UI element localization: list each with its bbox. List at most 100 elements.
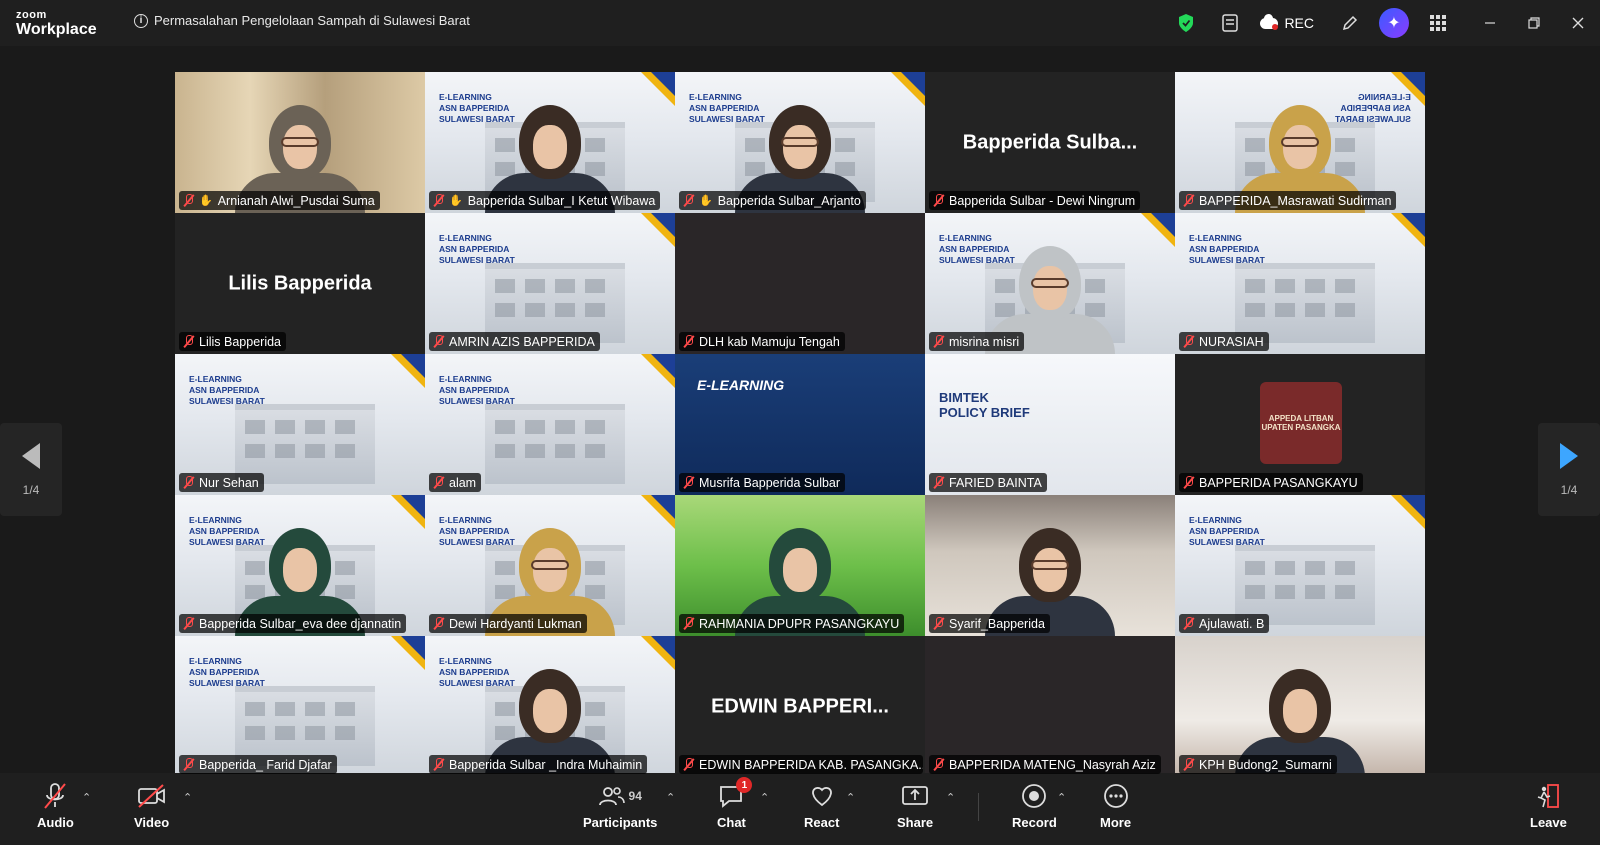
meeting-info[interactable]: i Permasalahan Pengelolaan Sampah di Sul… <box>134 13 470 28</box>
leave-button[interactable]: Leave <box>1530 781 1567 830</box>
pin-icon: ✋ <box>699 195 713 207</box>
participant-tile-rahmania-dpupr-pasangkayu[interactable]: RAHMANIA DPUPR PASANGKAYU <box>675 495 925 636</box>
participant-tile-nur-sehan[interactable]: E-LEARNING ASN BAPPERIDA SULAWESI BARAT Nur… <box>175 354 425 495</box>
mic-muted-icon <box>433 617 444 630</box>
participant-name: Ajulawati. B <box>1199 616 1265 631</box>
participant-tile-lilis-bapperida[interactable]: Lilis Bapperida Lilis Bapperida <box>175 213 425 354</box>
participant-tile-kph-budong2-sumarni[interactable]: KPH Budong2_Sumarni <box>1175 636 1425 777</box>
participant-tile-edwin-bapperida-kab-pasangka[interactable]: EDWIN BAPPERI... EDWIN BAPPERIDA KAB. PAS… <box>675 636 925 777</box>
brand-top: zoom <box>16 9 47 21</box>
participant-tile-arnianah-alwi-pusdai-suma[interactable]: ✋ Arnianah Alwi_Pusdai Suma <box>175 72 425 213</box>
participant-name: alam <box>449 475 477 490</box>
mic-muted-icon <box>1183 194 1194 207</box>
virtual-background-text: E-LEARNING <box>697 377 785 393</box>
participant-tile-dlh-kab-mamuju-tengah[interactable]: DLH kab Mamuju Tengah <box>675 213 925 354</box>
ai-companion-button[interactable]: ✦ <box>1372 0 1416 46</box>
cloud-rec-icon <box>1260 13 1279 30</box>
participant-tile-bapperida-sulbar-dewi-ningrum[interactable]: Bapperida Sulba... Bapperida Sulbar - Dew… <box>925 72 1175 213</box>
participant-name-label: ✋ Bapperida Sulbar_Arjanto <box>679 191 866 210</box>
share-button[interactable]: Share <box>897 781 933 830</box>
mic-muted-icon <box>683 335 694 348</box>
mic-muted-icon <box>1183 335 1194 348</box>
participant-tile-musrifa-bapperida-sulbar[interactable]: E-LEARNING Musrifa Bapperida Sulbar <box>675 354 925 495</box>
participant-tile-alam[interactable]: E-LEARNING ASN BAPPERIDA SULAWESI BARAT ala… <box>425 354 675 495</box>
participants-button[interactable]: 94 Participants <box>583 781 657 830</box>
participant-name: Syarif_Bapperida <box>949 616 1045 631</box>
participant-tile-bapperida-pasangkayu[interactable]: APPEDA LITBAN UPATEN PASANGKA BAPPERIDA P… <box>1175 354 1425 495</box>
chat-options-chevron-icon[interactable]: ⌃ <box>760 791 769 804</box>
video-gallery: 1/4 ✋ Arnianah Alwi_Pusdai Suma E-LEARNING… <box>0 46 1600 777</box>
participant-grid: ✋ Arnianah Alwi_Pusdai Suma E-LEARNING ASN … <box>175 72 1425 777</box>
video-label: Video <box>134 815 170 830</box>
participant-tile-misrina-misri[interactable]: E-LEARNING ASN BAPPERIDA SULAWESI BARAT mis… <box>925 213 1175 354</box>
participant-name-label: Bapperida Sulbar _Indra Muhaimin <box>429 755 648 774</box>
participant-name-label: Bapperida_ Farid Djafar <box>179 755 337 774</box>
participant-tile-dewi-hardyanti-lukman[interactable]: E-LEARNING ASN BAPPERIDA SULAWESI BARAT Dew… <box>425 495 675 636</box>
video-options-chevron-icon[interactable]: ⌃ <box>183 791 192 804</box>
react-button[interactable]: React <box>804 781 839 830</box>
participant-name-label: KPH Budong2_Sumarni <box>1179 755 1337 774</box>
participant-tile-bapperida-sulbar-indra-muhaimin[interactable]: E-LEARNING ASN BAPPERIDA SULAWESI BARAT Bap… <box>425 636 675 777</box>
apps-grid-icon[interactable] <box>1416 0 1460 46</box>
zoom-logo: zoom Workplace <box>16 10 97 38</box>
video-off-icon <box>137 781 167 811</box>
minimize-icon[interactable] <box>1468 0 1512 46</box>
participant-name-label: ✋ Bapperida Sulbar_I Ketut Wibawa <box>429 191 661 210</box>
participant-name: misrina misri <box>949 334 1020 349</box>
mic-muted-icon <box>433 476 444 489</box>
notes-icon[interactable] <box>1208 0 1252 46</box>
previous-page-button[interactable]: 1/4 <box>0 423 62 516</box>
record-options-chevron-icon[interactable]: ⌃ <box>1057 791 1066 804</box>
participants-options-chevron-icon[interactable]: ⌃ <box>666 791 675 804</box>
participant-name: BAPPERIDA_Masrawati Sudirman <box>1199 193 1392 208</box>
mic-muted-icon <box>183 476 194 489</box>
participant-name-label: ✋ Arnianah Alwi_Pusdai Suma <box>179 191 380 210</box>
pin-icon: ✋ <box>449 195 463 207</box>
participant-tile-ajulawati-b[interactable]: E-LEARNING ASN BAPPERIDA SULAWESI BARAT Aju… <box>1175 495 1425 636</box>
restore-window-icon[interactable] <box>1512 0 1556 46</box>
cloud-recording-indicator[interactable]: REC <box>1260 13 1314 31</box>
react-options-chevron-icon[interactable]: ⌃ <box>846 791 855 804</box>
participant-name-label: BAPPERIDA_Masrawati Sudirman <box>1179 191 1397 210</box>
participants-icon: 94 <box>598 781 642 811</box>
mic-muted-icon <box>433 758 444 771</box>
participant-name-label: Dewi Hardyanti Lukman <box>429 614 587 633</box>
next-page-button[interactable]: 1/4 <box>1538 423 1600 516</box>
participant-tile-amrin-azis-bapperida[interactable]: E-LEARNING ASN BAPPERIDA SULAWESI BARAT AMR… <box>425 213 675 354</box>
audio-button[interactable]: Audio <box>37 781 74 830</box>
participant-tile-faried-bainta[interactable]: BIMTEK POLICY BRIEF FARIED BAINTA <box>925 354 1175 495</box>
record-button[interactable]: Record <box>1012 781 1057 830</box>
participant-name-label: EDWIN BAPPERIDA KAB. PASANGKA... <box>679 755 923 774</box>
more-button[interactable]: More <box>1100 781 1131 830</box>
share-options-chevron-icon[interactable]: ⌃ <box>946 791 955 804</box>
participant-tile-bapperida-sulbar-i-ketut-wibawa[interactable]: E-LEARNING ASN BAPPERIDA SULAWESI BARAT ✋ Ba… <box>425 72 675 213</box>
title-bar: zoom Workplace i Permasalahan Pengelolaa… <box>0 0 1600 46</box>
audio-options-chevron-icon[interactable]: ⌃ <box>82 791 91 804</box>
annotate-pencil-icon[interactable] <box>1328 0 1372 46</box>
participant-tile-bapperida-farid-djafar[interactable]: E-LEARNING ASN BAPPERIDA SULAWESI BARAT Bap… <box>175 636 425 777</box>
mic-muted-icon <box>933 758 944 771</box>
close-window-icon[interactable] <box>1556 0 1600 46</box>
participant-name-label: Lilis Bapperida <box>179 332 286 351</box>
info-icon[interactable]: i <box>134 13 148 28</box>
participant-tile-syarif-bapperida[interactable]: Syarif_Bapperida <box>925 495 1175 636</box>
participant-name: Bapperida Sulbar_Arjanto <box>717 193 861 208</box>
virtual-background-text: E-LEARNING ASN BAPPERIDA SULAWESI BARAT <box>1189 515 1265 547</box>
react-label: React <box>804 815 840 830</box>
participant-tile-bapperida-sulbar-arjanto[interactable]: E-LEARNING ASN BAPPERIDA SULAWESI BARAT ✋ Ba… <box>675 72 925 213</box>
mic-muted-icon <box>933 194 944 207</box>
participant-name-label: Bapperida Sulbar - Dewi Ningrum <box>929 191 1141 210</box>
participant-tile-bapperida-sulbar-eva-dee-djannatin[interactable]: E-LEARNING ASN BAPPERIDA SULAWESI BARAT Bap… <box>175 495 425 636</box>
participant-tile-bapperida-mateng-nasyrah-aziz[interactable]: BAPPERIDA MATENG_Nasyrah Aziz <box>925 636 1175 777</box>
meeting-toolbar: Audio ⌃ Video ⌃ 94 Participants ⌃ 1 Chat… <box>0 773 1600 845</box>
chat-button[interactable]: 1 Chat <box>717 777 753 830</box>
participant-name-label: BAPPERIDA PASANGKAYU <box>1179 473 1363 492</box>
encryption-shield-icon[interactable] <box>1164 0 1208 46</box>
participant-name-label: Syarif_Bapperida <box>929 614 1050 633</box>
rec-label: REC <box>1284 15 1314 31</box>
video-button[interactable]: Video <box>134 781 169 830</box>
mic-muted-icon <box>183 758 194 771</box>
participant-tile-bapperida-masrawati-sudirman[interactable]: E-LEARNING ASN BAPPERIDA SULAWESI BARAT BAP… <box>1175 72 1425 213</box>
participant-tile-nurasiah[interactable]: E-LEARNING ASN BAPPERIDA SULAWESI BARAT NUR… <box>1175 213 1425 354</box>
participant-name: Bapperida Sulbar_eva dee djannatin <box>199 616 402 631</box>
